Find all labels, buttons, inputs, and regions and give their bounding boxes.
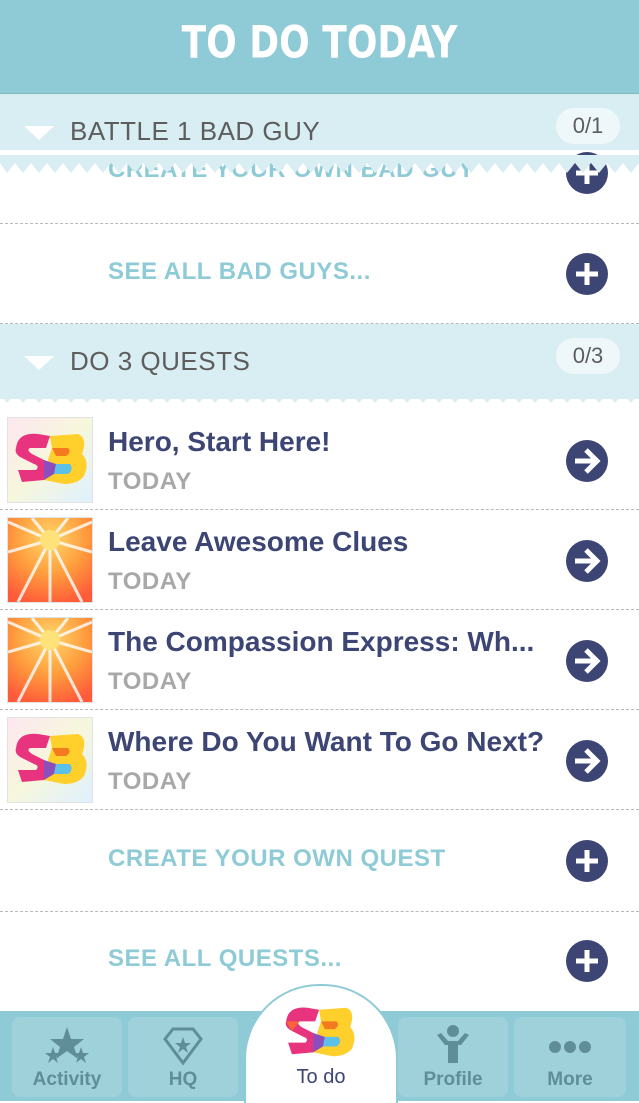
collapse-triangle-icon[interactable]: [24, 126, 54, 140]
section-title: BATTLE 1 BAD GUY: [70, 116, 321, 146]
create-quest-link[interactable]: CREATE YOUR OWN QUEST: [108, 845, 446, 873]
add-button[interactable]: [566, 840, 608, 882]
tab-label: Activity: [32, 1069, 102, 1090]
quest-title[interactable]: Leave Awesome Clues: [108, 526, 408, 558]
collapse-triangle-icon[interactable]: [24, 356, 54, 370]
arrow-right-icon: [575, 648, 601, 674]
arrow-right-icon: [575, 548, 601, 574]
tab-hq[interactable]: HQ: [128, 1017, 238, 1097]
plus-icon: [576, 950, 598, 972]
quest-row[interactable]: The Compassion Express: Wh... TODAY: [0, 610, 639, 710]
quest-title[interactable]: Where Do You Want To Go Next?: [108, 726, 544, 758]
sunburst-thumbnail: [7, 617, 93, 703]
sb-logo-thumbnail: [7, 417, 93, 503]
header-bar: TO DO TODAY: [0, 0, 639, 94]
emblem-icon: [128, 1023, 238, 1072]
add-button[interactable]: [566, 940, 608, 982]
zigzag-edge: [0, 385, 639, 403]
sunburst-thumbnail: [7, 517, 93, 603]
tab-more[interactable]: More: [514, 1017, 626, 1097]
see-all-quests-link[interactable]: SEE ALL QUESTS...: [108, 945, 342, 973]
tab-label: More: [547, 1069, 593, 1090]
quest-row[interactable]: Where Do You Want To Go Next? TODAY: [0, 710, 639, 810]
see-all-bad-guys-link[interactable]: SEE ALL BAD GUYS...: [108, 258, 371, 286]
quest-title[interactable]: The Compassion Express: Wh...: [108, 626, 534, 658]
section-title: DO 3 QUESTS: [70, 346, 251, 376]
progress-count-badge: 0/1: [556, 108, 620, 144]
tab-label: HQ: [168, 1069, 198, 1090]
plus-icon: [576, 850, 598, 872]
arrow-right-icon: [575, 448, 601, 474]
zigzag-edge: [0, 155, 639, 173]
stars-icon: [12, 1023, 122, 1072]
list-item-link[interactable]: SEE ALL BAD GUYS...: [0, 224, 639, 324]
tab-profile[interactable]: Profile: [398, 1017, 508, 1097]
quest-due: TODAY: [108, 768, 192, 795]
page-title: TO DO TODAY: [181, 17, 458, 69]
go-button[interactable]: [566, 440, 608, 482]
quest-due: TODAY: [108, 468, 192, 495]
quest-due: TODAY: [108, 668, 192, 695]
plus-icon: [576, 263, 598, 285]
go-button[interactable]: [566, 740, 608, 782]
tab-activity[interactable]: Activity: [12, 1017, 122, 1097]
person-icon: [398, 1023, 508, 1072]
tab-label: To do: [296, 1066, 346, 1088]
go-button[interactable]: [566, 640, 608, 682]
dots-icon: [514, 1023, 626, 1068]
sb-logo-icon: [280, 1000, 362, 1067]
tab-label: Profile: [423, 1069, 483, 1090]
quest-row[interactable]: Hero, Start Here! TODAY: [0, 410, 639, 510]
quest-title[interactable]: Hero, Start Here!: [108, 426, 331, 458]
sb-logo-thumbnail: [7, 717, 93, 803]
go-button[interactable]: [566, 540, 608, 582]
quest-due: TODAY: [108, 568, 192, 595]
quest-row[interactable]: Leave Awesome Clues TODAY: [0, 510, 639, 610]
add-button[interactable]: [566, 253, 608, 295]
list-item-link[interactable]: CREATE YOUR OWN QUEST: [0, 810, 639, 912]
progress-count-badge: 0/3: [556, 338, 620, 374]
arrow-right-icon: [575, 748, 601, 774]
